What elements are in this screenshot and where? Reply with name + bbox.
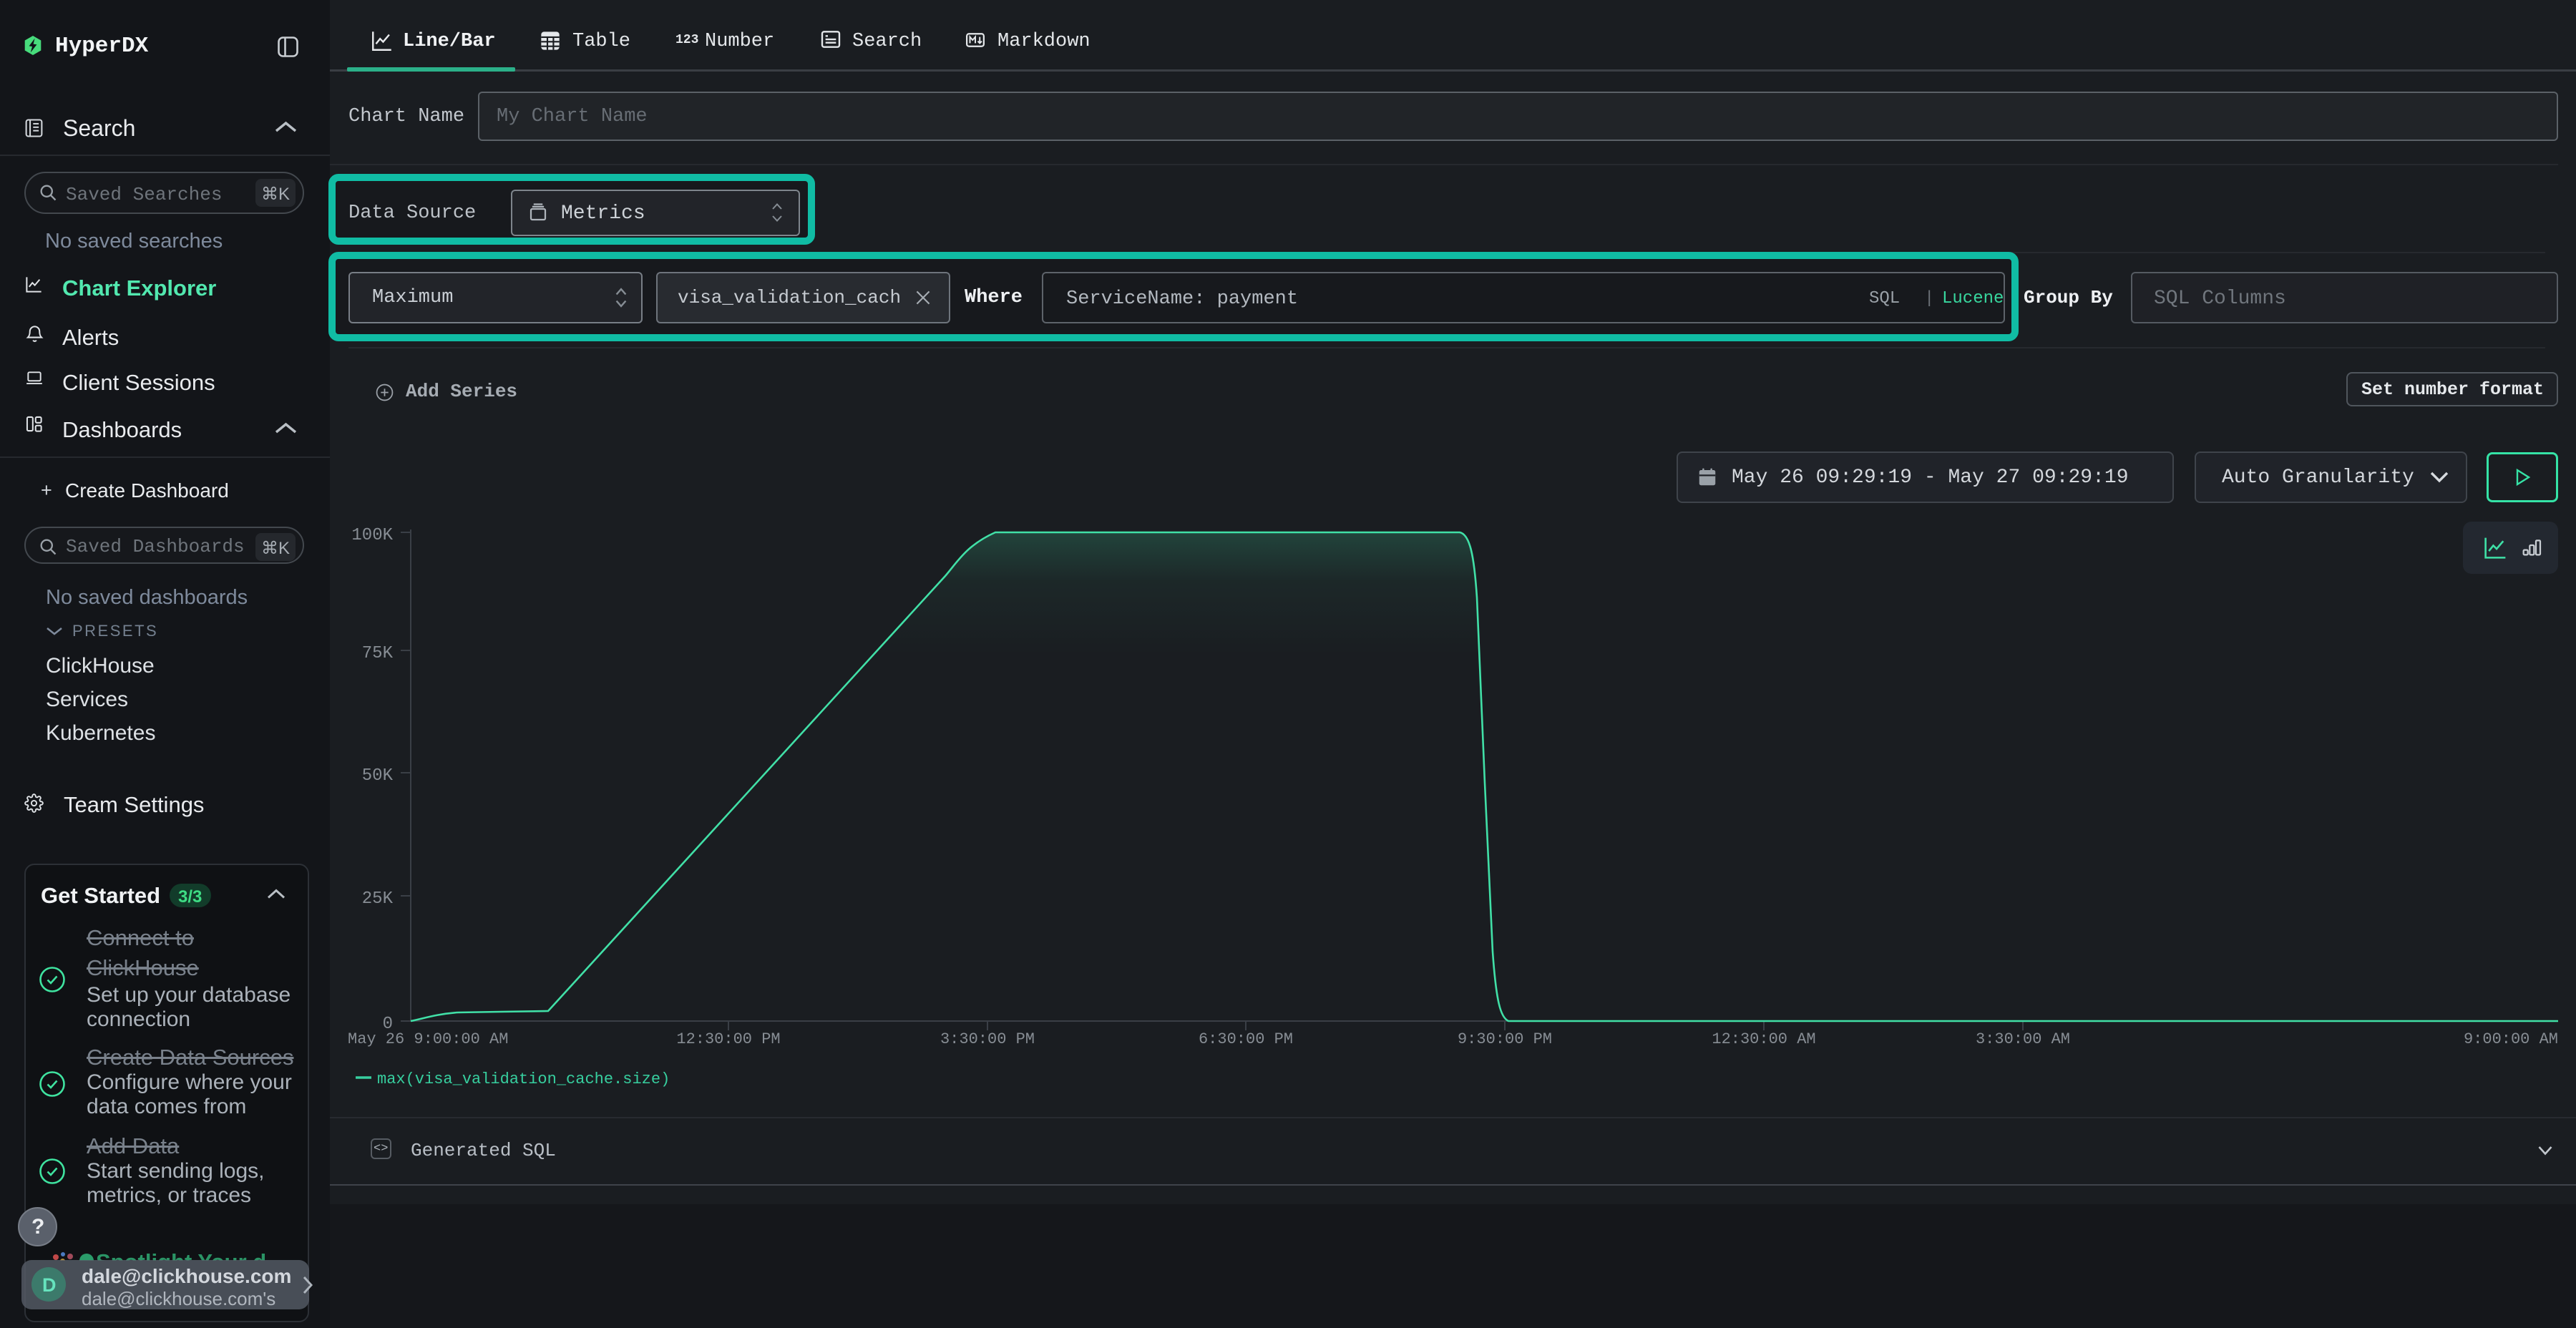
svg-text:25K: 25K <box>362 889 394 909</box>
svg-text:12:30:00 PM: 12:30:00 PM <box>676 1030 780 1048</box>
svg-text:50K: 50K <box>362 766 394 786</box>
svg-text:100K: 100K <box>351 526 393 545</box>
svg-text:9:00:00 AM: 9:00:00 AM <box>2464 1030 2558 1048</box>
svg-text:6:30:00 PM: 6:30:00 PM <box>1199 1030 1293 1048</box>
svg-text:75K: 75K <box>362 644 394 663</box>
svg-text:12:30:00 AM: 12:30:00 AM <box>1712 1030 1815 1048</box>
svg-text:9:30:00 PM: 9:30:00 PM <box>1458 1030 1552 1048</box>
svg-text:May 26 9:00:00 AM: May 26 9:00:00 AM <box>348 1030 508 1048</box>
svg-text:max(visa_validation_cache.size: max(visa_validation_cache.size) <box>377 1070 670 1088</box>
svg-text:3:30:00 AM: 3:30:00 AM <box>1976 1030 2070 1048</box>
svg-text:3:30:00 PM: 3:30:00 PM <box>940 1030 1035 1048</box>
